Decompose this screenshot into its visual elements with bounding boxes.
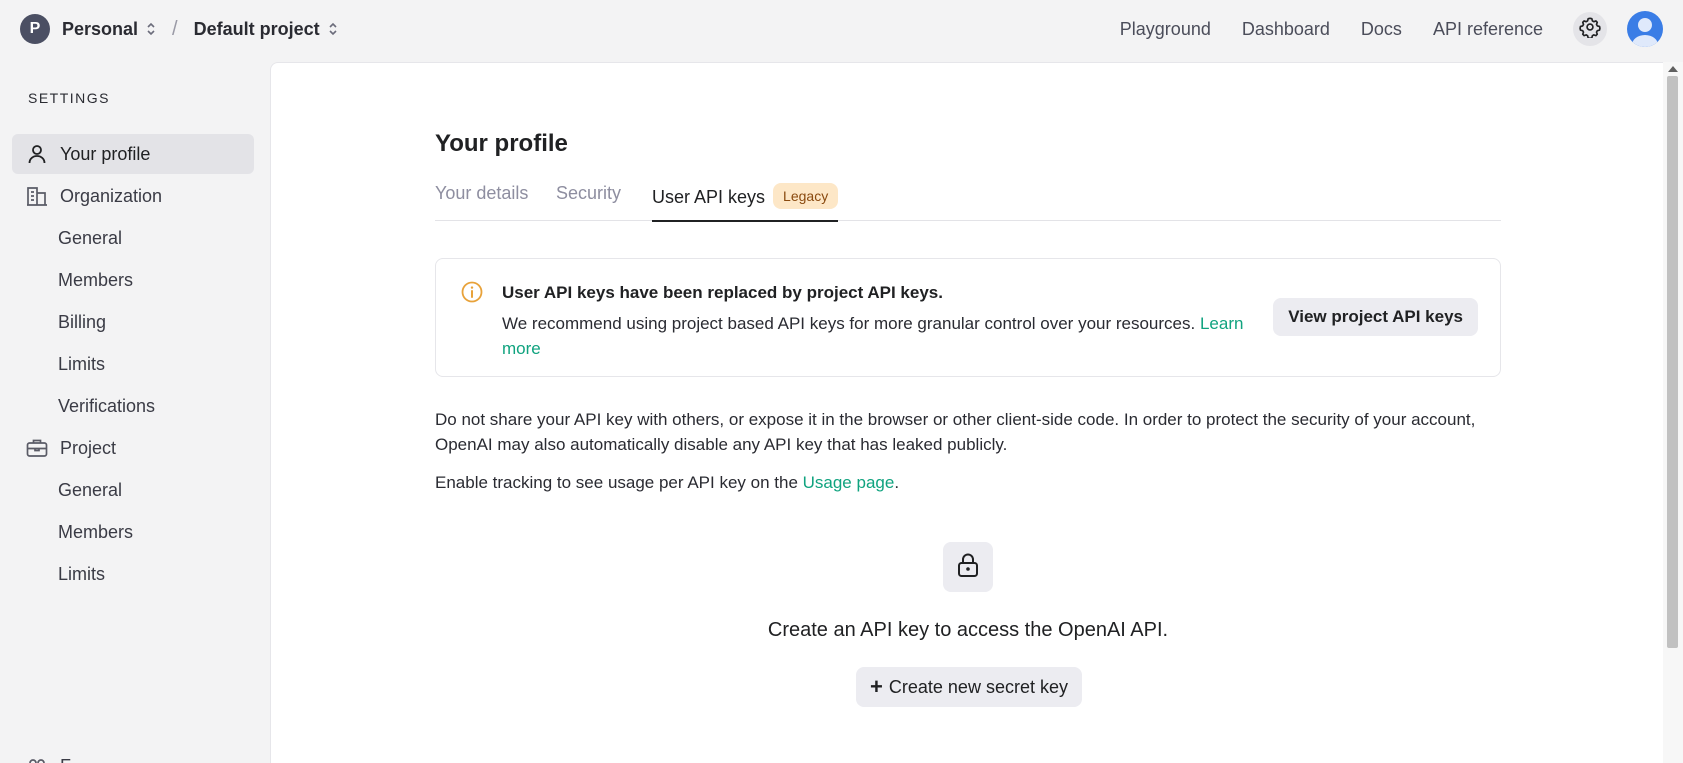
building-icon bbox=[26, 185, 48, 207]
sidebar-item-label: Verifications bbox=[58, 395, 156, 416]
tab-user-api-keys[interactable]: User API keys Legacy bbox=[652, 177, 839, 222]
notice-title: User API keys have been replaced by proj… bbox=[502, 283, 943, 302]
sidebar-item-label: Project bbox=[60, 437, 117, 458]
sidebar-item-org-limits[interactable]: Limits bbox=[12, 344, 254, 384]
usage-tracking-text: Enable tracking to see usage per API key… bbox=[435, 470, 1505, 495]
person-icon bbox=[1632, 18, 1658, 47]
settings-button[interactable] bbox=[1573, 12, 1607, 46]
project-switcher[interactable]: Default project bbox=[194, 19, 338, 40]
main-panel: Your profile Your details Security User … bbox=[270, 62, 1663, 763]
plus-icon: + bbox=[870, 674, 883, 699]
tab-bar: Your details Security User API keys Legac… bbox=[435, 183, 1501, 222]
sidebar-item-label: Organization bbox=[60, 185, 163, 206]
sidebar-item-label: F bbox=[60, 756, 71, 763]
sidebar-item-org-members[interactable]: Members bbox=[12, 260, 254, 300]
sidebar-item-label: Members bbox=[58, 269, 134, 290]
sidebar-item-label: General bbox=[58, 479, 123, 500]
sidebar-item-label: Your profile bbox=[60, 143, 151, 164]
usage-prefix: Enable tracking to see usage per API key… bbox=[435, 473, 803, 492]
sidebar-item-org-billing[interactable]: Billing bbox=[12, 302, 254, 342]
sidebar-item-partial[interactable]: F bbox=[12, 746, 254, 763]
scroll-up-arrow-icon[interactable] bbox=[1668, 66, 1678, 72]
learn-more-link[interactable]: Learn bbox=[1200, 314, 1243, 333]
org-switcher[interactable]: Personal bbox=[62, 19, 156, 40]
tab-security[interactable]: Security bbox=[556, 183, 621, 221]
nav-playground[interactable]: Playground bbox=[1120, 19, 1211, 40]
org-name: Personal bbox=[62, 18, 139, 39]
notice-text: We recommend using project based API key… bbox=[502, 314, 1196, 333]
lock-icon-box bbox=[943, 542, 993, 592]
sidebar-item-label: Billing bbox=[58, 311, 107, 332]
info-icon bbox=[461, 281, 483, 308]
sidebar-item-org-verifications[interactable]: Verifications bbox=[12, 386, 254, 426]
notice-body: We recommend using project based API key… bbox=[502, 311, 1282, 361]
briefcase-icon bbox=[26, 437, 48, 459]
gear-icon bbox=[1579, 16, 1601, 43]
nav-api-reference[interactable]: API reference bbox=[1433, 19, 1543, 40]
usage-page-link[interactable]: Usage page bbox=[803, 473, 895, 492]
sidebar-heading: SETTINGS bbox=[28, 90, 111, 106]
person-icon bbox=[26, 143, 48, 165]
sidebar-item-project-members[interactable]: Members bbox=[12, 512, 254, 552]
tab-your-details[interactable]: Your details bbox=[435, 183, 528, 221]
sidebar-item-org-general[interactable]: General bbox=[12, 218, 254, 258]
sidebar-item-project-limits[interactable]: Limits bbox=[12, 554, 254, 594]
sidebar-item-label: Limits bbox=[58, 563, 106, 584]
sidebar-item-organization[interactable]: Organization bbox=[12, 176, 254, 216]
people-icon bbox=[26, 755, 48, 763]
chevron-up-down-icon bbox=[146, 22, 156, 36]
security-warning-line1: Do not share your API key with others, o… bbox=[435, 410, 1476, 429]
org-avatar[interactable]: P bbox=[20, 14, 50, 44]
learn-more-link-cont[interactable]: more bbox=[502, 339, 541, 358]
sidebar-item-label: Members bbox=[58, 521, 134, 542]
scrollbar-thumb[interactable] bbox=[1667, 76, 1678, 648]
sidebar-item-project[interactable]: Project bbox=[12, 428, 254, 468]
create-secret-key-button[interactable]: + Create new secret key bbox=[856, 667, 1082, 707]
user-avatar[interactable] bbox=[1627, 11, 1663, 47]
chevron-up-down-icon bbox=[328, 22, 338, 36]
view-project-api-keys-button[interactable]: View project API keys bbox=[1273, 298, 1478, 336]
security-warning: Do not share your API key with others, o… bbox=[435, 407, 1505, 457]
lock-icon bbox=[956, 552, 980, 583]
nav-dashboard[interactable]: Dashboard bbox=[1242, 19, 1330, 40]
sidebar-item-project-general[interactable]: General bbox=[12, 470, 254, 510]
security-warning-line2: OpenAI may also automatically disable an… bbox=[435, 435, 1008, 454]
deprecation-notice: User API keys have been replaced by proj… bbox=[435, 258, 1501, 377]
usage-suffix: . bbox=[894, 473, 900, 492]
sidebar: SETTINGS Your profile Organization Gener… bbox=[0, 58, 268, 763]
project-name: Default project bbox=[193, 18, 320, 39]
sidebar-item-label: Limits bbox=[58, 353, 106, 374]
tab-label: User API keys bbox=[652, 187, 766, 207]
empty-state-text: Create an API key to access the OpenAI A… bbox=[767, 619, 1169, 641]
legacy-badge: Legacy bbox=[773, 183, 839, 209]
breadcrumb-separator: / bbox=[172, 17, 178, 40]
page-title: Your profile bbox=[435, 130, 568, 157]
nav-docs[interactable]: Docs bbox=[1361, 19, 1402, 40]
top-nav: Playground Dashboard Docs API reference bbox=[1089, 0, 1663, 58]
top-bar: P Personal / Default project Playground … bbox=[0, 0, 1683, 58]
create-button-label: Create new secret key bbox=[888, 676, 1068, 697]
sidebar-item-your-profile[interactable]: Your profile bbox=[12, 134, 254, 174]
sidebar-item-label: General bbox=[58, 227, 123, 248]
